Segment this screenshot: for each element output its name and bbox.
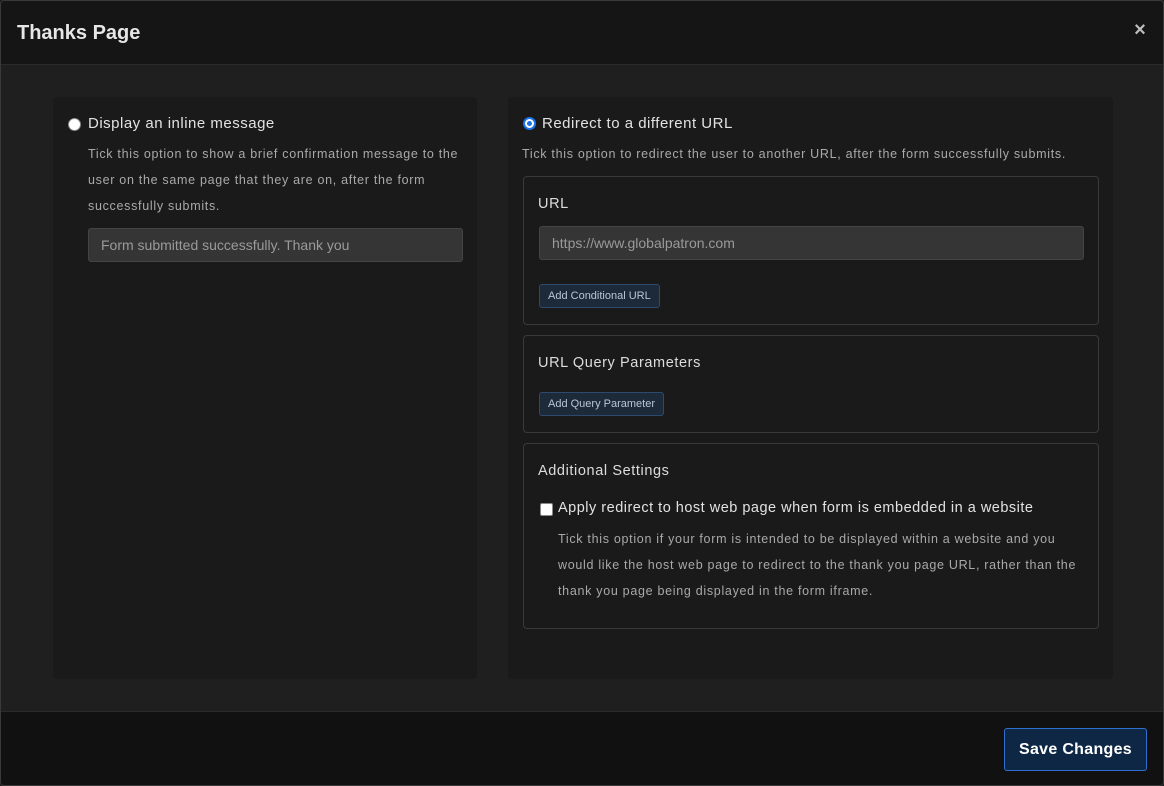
add-query-parameter-button[interactable]: Add Query Parameter bbox=[539, 392, 664, 416]
url-card: URL Add Conditional URL bbox=[523, 176, 1099, 325]
modal-title: Thanks Page bbox=[17, 22, 141, 44]
host-redirect-checkbox[interactable] bbox=[540, 503, 553, 516]
inline-message-help: Tick this option to show a brief confirm… bbox=[88, 147, 459, 213]
close-icon[interactable]: × bbox=[1131, 20, 1149, 40]
redirect-panel: Redirect to a different URL Tick this op… bbox=[508, 97, 1113, 679]
add-conditional-url-button[interactable]: Add Conditional URL bbox=[539, 284, 660, 308]
additional-settings-title: Additional Settings bbox=[538, 463, 670, 479]
redirect-radio[interactable] bbox=[523, 117, 536, 130]
thanks-page-modal: Thanks Page × Display an inline message … bbox=[0, 0, 1164, 786]
modal-footer: Save Changes bbox=[1, 711, 1163, 785]
inline-message-input[interactable] bbox=[88, 228, 463, 262]
additional-settings-card: Additional Settings Apply redirect to ho… bbox=[523, 443, 1099, 629]
redirect-label[interactable]: Redirect to a different URL bbox=[542, 115, 733, 132]
modal-body: Display an inline message Tick this opti… bbox=[1, 65, 1163, 711]
host-redirect-label[interactable]: Apply redirect to host web page when for… bbox=[558, 500, 1034, 516]
redirect-help: Tick this option to redirect the user to… bbox=[522, 147, 1066, 161]
url-card-title: URL bbox=[538, 196, 569, 212]
inline-message-radio[interactable] bbox=[68, 118, 81, 131]
inline-message-label[interactable]: Display an inline message bbox=[88, 115, 275, 132]
query-params-title: URL Query Parameters bbox=[538, 355, 701, 371]
save-changes-button[interactable]: Save Changes bbox=[1004, 728, 1147, 771]
host-redirect-help: Tick this option if your form is intende… bbox=[558, 532, 1077, 598]
query-params-card: URL Query Parameters Add Query Parameter bbox=[523, 335, 1099, 433]
url-input[interactable] bbox=[539, 226, 1084, 260]
modal-header: Thanks Page × bbox=[1, 1, 1163, 65]
inline-message-panel: Display an inline message Tick this opti… bbox=[53, 97, 477, 679]
